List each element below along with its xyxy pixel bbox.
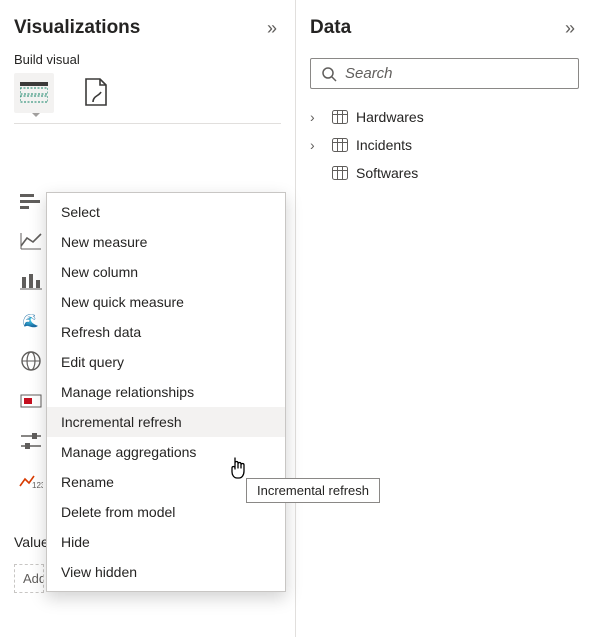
table-icon bbox=[332, 166, 348, 180]
format-visual-tab[interactable] bbox=[76, 73, 116, 113]
visualizations-title: Visualizations bbox=[14, 17, 140, 39]
menu-item-select[interactable]: Select bbox=[47, 197, 285, 227]
table-visual-icon bbox=[20, 82, 48, 104]
table-row[interactable]: › Incidents bbox=[310, 131, 579, 159]
stacked-bar-icon[interactable] bbox=[18, 188, 44, 214]
menu-item-manage-relationships[interactable]: Manage relationships bbox=[47, 377, 285, 407]
menu-item-edit-query[interactable]: Edit query bbox=[47, 347, 285, 377]
menu-item-manage-aggregations[interactable]: Manage aggregations bbox=[47, 437, 285, 467]
add-data-fields-well[interactable]: Add data fields here bbox=[14, 564, 44, 593]
divider bbox=[14, 123, 281, 124]
build-visual-tab[interactable] bbox=[14, 73, 54, 113]
chevron-right-icon: › bbox=[310, 137, 324, 153]
table-icon bbox=[332, 110, 348, 124]
data-pane: Data » Search › Hardwares › Incidents › bbox=[296, 0, 593, 637]
chevron-right-icon: › bbox=[310, 109, 324, 125]
gauge-icon[interactable] bbox=[18, 388, 44, 414]
table-context-menu: Select New measure New column New quick … bbox=[46, 192, 286, 592]
collapse-data-button[interactable]: » bbox=[561, 16, 579, 41]
waterfall-chart-icon[interactable]: 🌊 bbox=[18, 308, 44, 334]
data-title: Data bbox=[310, 17, 351, 39]
table-row[interactable]: › Softwares bbox=[310, 159, 579, 187]
search-input[interactable]: Search bbox=[310, 58, 579, 89]
menu-item-refresh-data[interactable]: Refresh data bbox=[47, 317, 285, 347]
kpi-icon[interactable]: 123 bbox=[18, 468, 44, 494]
menu-item-new-column[interactable]: New column bbox=[47, 257, 285, 287]
format-page-icon bbox=[83, 78, 109, 108]
menu-item-hide[interactable]: Hide bbox=[47, 527, 285, 557]
build-visual-label: Build visual bbox=[14, 52, 281, 67]
menu-item-view-hidden[interactable]: View hidden bbox=[47, 557, 285, 587]
line-chart-icon[interactable] bbox=[18, 228, 44, 254]
search-placeholder: Search bbox=[345, 65, 393, 82]
search-icon bbox=[321, 66, 337, 82]
menu-item-new-measure[interactable]: New measure bbox=[47, 227, 285, 257]
table-name: Softwares bbox=[356, 165, 418, 181]
svg-text:123: 123 bbox=[32, 481, 43, 490]
tooltip: Incremental refresh bbox=[246, 478, 380, 503]
table-row[interactable]: › Hardwares bbox=[310, 103, 579, 131]
menu-item-new-quick-measure[interactable]: New quick measure bbox=[47, 287, 285, 317]
table-icon bbox=[332, 138, 348, 152]
viz-type-gallery: 🌊 123 bbox=[18, 188, 44, 494]
collapse-visualizations-button[interactable]: » bbox=[263, 16, 281, 41]
table-name: Hardwares bbox=[356, 109, 424, 125]
table-name: Incidents bbox=[356, 137, 412, 153]
ribbon-chart-icon[interactable] bbox=[18, 268, 44, 294]
tables-list: › Hardwares › Incidents › Softwares bbox=[310, 103, 579, 187]
map-icon[interactable] bbox=[18, 348, 44, 374]
menu-item-incremental-refresh[interactable]: Incremental refresh bbox=[47, 407, 285, 437]
slicer-icon[interactable] bbox=[18, 428, 44, 454]
